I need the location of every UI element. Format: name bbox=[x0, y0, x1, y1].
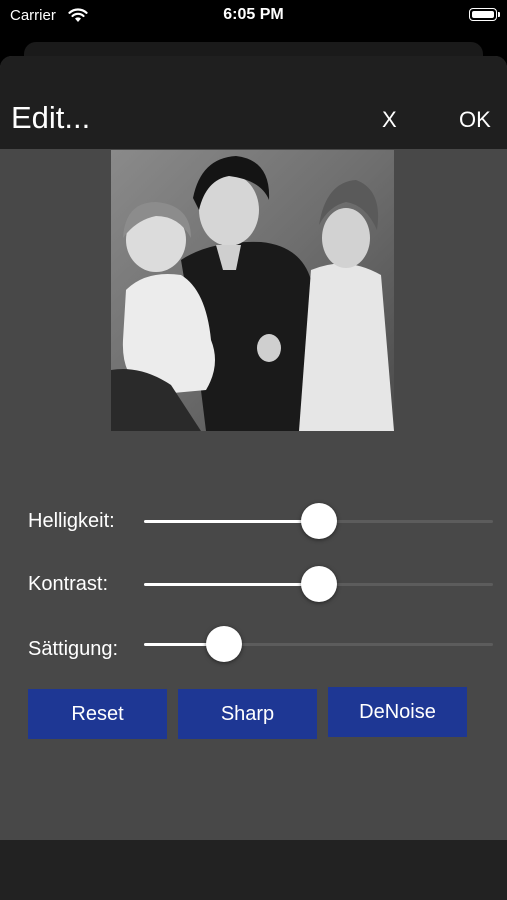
brightness-slider[interactable] bbox=[144, 503, 493, 539]
status-bar: Carrier 6:05 PM bbox=[0, 0, 507, 34]
brightness-slider-row: Helligkeit: bbox=[0, 501, 507, 541]
denoise-button[interactable]: DeNoise bbox=[328, 687, 467, 737]
saturation-slider-row: Sättigung: bbox=[0, 624, 507, 664]
battery-icon bbox=[469, 8, 500, 21]
page-title: Edit... bbox=[11, 100, 91, 135]
bottom-bar bbox=[0, 840, 507, 900]
saturation-label: Sättigung: bbox=[28, 638, 119, 660]
saturation-slider[interactable] bbox=[144, 626, 493, 662]
photo-preview bbox=[111, 150, 394, 431]
close-button[interactable]: X bbox=[382, 107, 397, 133]
brightness-slider-fill bbox=[144, 520, 319, 523]
ok-button[interactable]: OK bbox=[459, 107, 491, 133]
brightness-slider-thumb[interactable] bbox=[300, 503, 337, 539]
sharp-button[interactable]: Sharp bbox=[178, 689, 317, 739]
contrast-slider-fill bbox=[144, 583, 319, 586]
reset-button[interactable]: Reset bbox=[28, 689, 167, 739]
family-portrait-photo bbox=[111, 150, 394, 431]
contrast-slider-thumb[interactable] bbox=[300, 566, 337, 602]
contrast-label: Kontrast: bbox=[28, 573, 109, 595]
clock: 6:05 PM bbox=[223, 6, 284, 23]
contrast-slider[interactable] bbox=[144, 566, 493, 602]
navigation-bar: Edit... X OK bbox=[0, 56, 507, 149]
edit-sheet: Edit... X OK Helligkeit: Kontrast: Sätti… bbox=[0, 56, 507, 900]
saturation-slider-thumb[interactable] bbox=[206, 626, 243, 662]
contrast-slider-row: Kontrast: bbox=[0, 564, 507, 604]
brightness-label: Helligkeit: bbox=[28, 510, 115, 532]
